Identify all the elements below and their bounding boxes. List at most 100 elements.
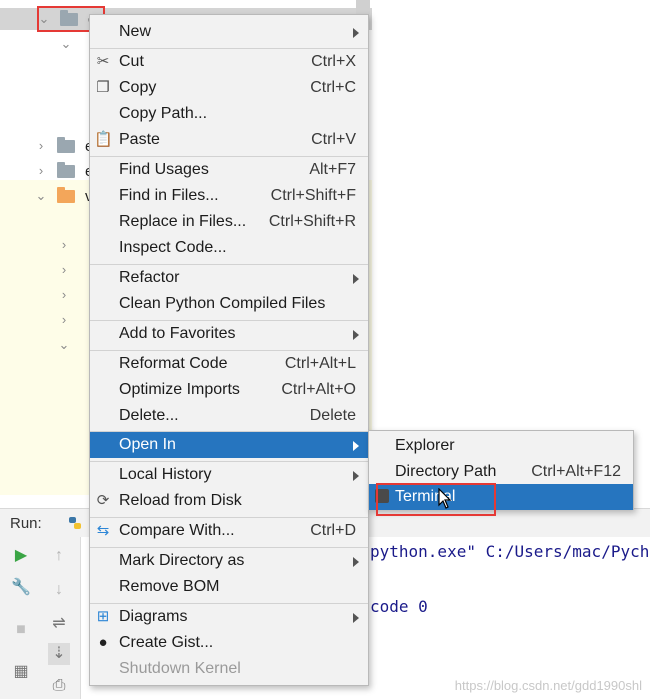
menu-item-new[interactable]: New [90,19,368,45]
menu-item-open-in[interactable]: Open In [90,432,368,458]
menu-item-create-gist[interactable]: ● Create Gist... [90,630,368,656]
chevron-right-icon[interactable]: › [35,164,47,177]
menu-item-label: Paste [119,131,160,148]
menu-item-shortcut: Ctrl+D [310,522,356,539]
tree-row-expander[interactable]: ⌄ [58,335,70,355]
arrow-up-icon[interactable]: ↑ [48,545,70,567]
menu-item-find-in-files[interactable]: Find in Files... Ctrl+Shift+F [90,183,368,209]
menu-item-label: Reload from Disk [119,492,242,509]
menu-item-clean-python-compiled-files[interactable]: Clean Python Compiled Files [90,291,368,317]
submenu-item-explorer[interactable]: Explorer [369,433,633,459]
chevron-right-icon[interactable]: › [58,313,70,326]
chevron-down-icon[interactable]: ⌄ [58,338,70,351]
menu-item-refactor[interactable]: Refactor [90,265,368,291]
menu-item-label: Clean Python Compiled Files [119,295,326,312]
soft-wrap-icon[interactable]: ⇌ [48,613,70,635]
watermark: https://blog.csdn.net/gdd1990shl [454,678,642,693]
menu-item-compare-with[interactable]: ⇆ Compare With... Ctrl+D [90,518,368,544]
tree-row-expander[interactable]: › [58,310,70,330]
console-line: code 0 [370,597,428,616]
menu-item-label: Find Usages [119,161,209,178]
folder-icon [57,161,75,178]
menu-item-shortcut: Ctrl+V [311,131,356,148]
github-icon: ● [98,634,108,651]
tree-row[interactable]: › e [35,161,93,181]
tree-row-expander[interactable]: › [58,235,70,255]
menu-item-local-history[interactable]: Local History [90,462,368,488]
python-icon[interactable] [68,516,82,530]
menu-item-label: Find in Files... [119,187,219,204]
menu-item-reformat-code[interactable]: Reformat Code Ctrl+Alt+L [90,351,368,377]
copy-icon: ❐ [96,79,110,96]
menu-item-cut[interactable]: ✂ Cut Ctrl+X [90,49,368,75]
menu-item-label: Copy [119,79,157,96]
submenu-arrow-icon [353,613,359,623]
submenu-item-directory-path[interactable]: Directory Path Ctrl+Alt+F12 [369,459,633,485]
menu-item-find-usages[interactable]: Find Usages Alt+F7 [90,157,368,183]
scroll-to-end-icon[interactable]: ⇣ [48,643,70,665]
menu-item-copy[interactable]: ❐ Copy Ctrl+C [90,75,368,101]
submenu-arrow-icon [353,557,359,567]
tree-row-expander[interactable]: › [58,260,70,280]
chevron-down-icon[interactable]: ⌄ [60,37,72,50]
menu-item-shortcut: Ctrl+Shift+R [268,213,356,230]
print-icon[interactable]: ⎙ [48,675,70,697]
menu-item-label: Remove BOM [119,578,220,595]
tree-row-expander[interactable]: › [58,285,70,305]
tree-row[interactable]: › e [35,136,93,156]
menu-item-label: Optimize Imports [119,381,240,398]
submenu-arrow-icon [353,330,359,340]
terminal-highlight-box [376,483,496,516]
menu-item-inspect-code[interactable]: Inspect Code... [90,235,368,261]
submenu-arrow-icon [353,471,359,481]
mouse-cursor-icon [438,488,452,509]
menu-item-diagrams[interactable]: ⊞ Diagrams [90,604,368,630]
menu-item-paste[interactable]: 📋 Paste Ctrl+V [90,127,368,153]
chevron-right-icon[interactable]: › [58,238,70,251]
menu-item-replace-in-files[interactable]: Replace in Files... Ctrl+Shift+R [90,209,368,235]
menu-item-label: Shutdown Kernel [119,660,241,677]
menu-item-shortcut: Ctrl+C [310,79,356,96]
run-toolbar: ▶ ↑ 🔧 ↓ ■ ⇌ ⇣ ▦ ⎙ [0,537,81,699]
menu-item-delete[interactable]: Delete... Delete [90,403,368,429]
menu-item-optimize-imports[interactable]: Optimize Imports Ctrl+Alt+O [90,377,368,403]
menu-item-label: Cut [119,53,144,70]
menu-item-label: New [119,23,152,40]
tree-scrollbar[interactable] [356,0,370,14]
menu-item-remove-bom[interactable]: Remove BOM [90,574,368,600]
menu-item-label: Refactor [119,269,180,286]
menu-item-label: Open In [119,436,176,453]
menu-item-shortcut: Ctrl+X [311,53,356,70]
run-icon[interactable]: ▶ [10,545,32,567]
submenu-arrow-icon [353,274,359,284]
layout-icon[interactable]: ▦ [10,661,32,683]
console-line: python.exe" C:/Users/mac/Pych [370,542,650,561]
chevron-down-icon[interactable]: ⌄ [35,189,47,202]
submenu-item-shortcut: Ctrl+Alt+F12 [531,463,621,480]
menu-item-label: Reformat Code [119,355,228,372]
menu-item-mark-directory-as[interactable]: Mark Directory as [90,548,368,574]
menu-item-label: Delete... [119,407,179,424]
wrench-icon[interactable]: 🔧 [10,577,32,599]
menu-item-label: Local History [119,466,212,483]
chevron-right-icon[interactable]: › [35,139,47,152]
menu-item-copy-path[interactable]: Copy Path... [90,101,368,127]
submenu-item-label: Directory Path [395,463,497,480]
folder-icon [57,186,75,203]
menu-item-add-to-favorites[interactable]: Add to Favorites [90,321,368,347]
menu-item-reload-from-disk[interactable]: ⟳ Reload from Disk [90,488,368,514]
chevron-right-icon[interactable]: › [58,288,70,301]
folder-icon [57,136,75,153]
submenu-arrow-icon [353,441,359,451]
menu-item-shortcut: Alt+F7 [309,161,356,178]
tree-row-expander[interactable]: ⌄ [60,34,72,54]
submenu-item-label: Explorer [395,437,455,454]
stop-icon[interactable]: ■ [10,619,32,641]
tree-row[interactable]: ⌄ v [35,186,93,206]
menu-item-label: Add to Favorites [119,325,236,342]
chevron-right-icon[interactable]: › [58,263,70,276]
diagram-icon: ⊞ [96,608,110,625]
arrow-down-icon[interactable]: ↓ [48,579,70,601]
menu-item-label: Copy Path... [119,105,208,122]
menu-item-shortcut: Ctrl+Alt+O [281,381,356,398]
